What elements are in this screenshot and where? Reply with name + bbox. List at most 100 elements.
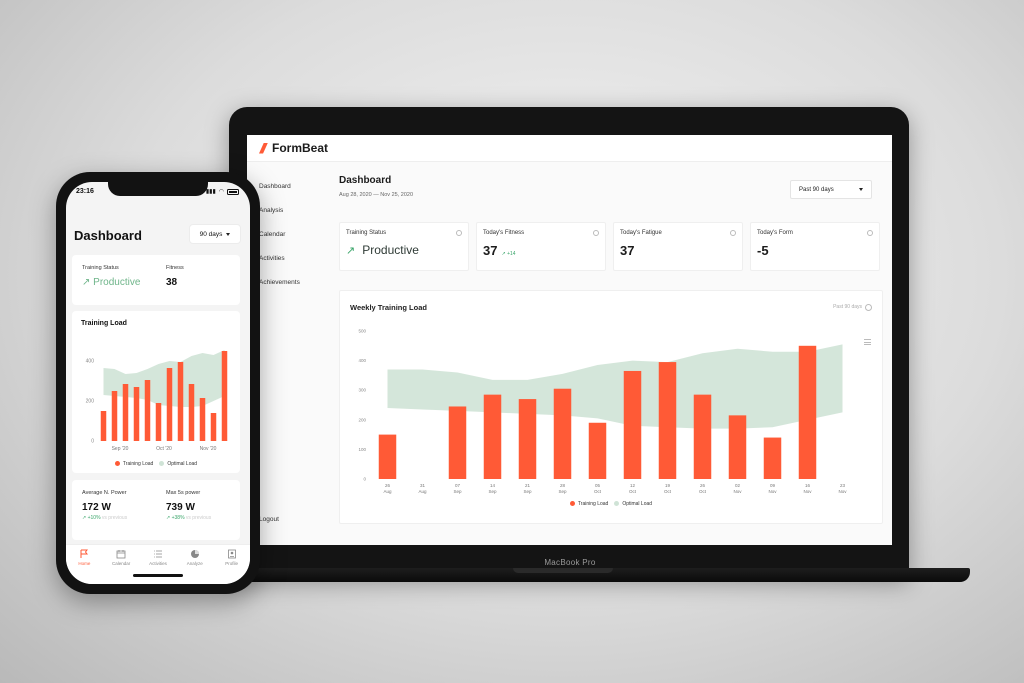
phone-status-card[interactable]: Training Status ↗ Productive Fitness 38 [72,255,240,305]
tab-activities[interactable]: Activities [143,549,173,584]
y-tick-label: 400 [358,358,366,363]
x-tick-label: 28 [560,483,566,488]
wifi-icon: ◠ [218,189,224,195]
x-tick-label: Sep [523,489,532,494]
training-load-bar [221,351,228,441]
phone-period-select[interactable]: 90 days [190,225,240,243]
sidebar-item-activities[interactable]: Activities [259,255,329,279]
stat-cards: Training Status ↗ Productive Today's Fit… [339,222,880,271]
tab-calendar[interactable]: Calendar [106,549,136,584]
x-tick-label: Oct [664,489,672,494]
phone-training-load-chart: 0 200 400 Sep '20 Oct '20 Nov '20 [86,350,228,452]
max-power-value: 739 W [166,502,195,513]
phone-training-load-card: Training Load 0 200 400 Sep '20 Oct '20 Nov '… [72,311,240,473]
x-tick-label: Sep [488,489,497,494]
period-select-label: Past 90 days [799,186,834,193]
card-delta: ↗ +14 [501,251,515,257]
training-load-bar [553,388,572,479]
x-tick-label: Oct [699,489,707,494]
legend-label: Optimal Load [167,461,198,467]
status-icons: ▮▮▮ ◠ [206,188,239,195]
formbeat-logo-icon [259,142,268,154]
training-load-bar [728,415,747,479]
card-value: -5 [757,243,769,258]
training-load-bar [378,434,397,479]
legend-training-load[interactable]: Training Load [114,461,153,467]
form-card[interactable]: Today's Form -5 [750,222,880,271]
x-tick-label: 14 [490,483,496,488]
phone-power-card[interactable]: Average N. Power 172 W ↗ +10% vs previou… [72,480,240,540]
training-load-dot-icon [569,501,575,507]
legend-optimal-load[interactable]: Optimal Load [614,501,652,507]
legend-label: Optimal Load [622,501,653,507]
brand-name[interactable]: FormBeat [272,141,328,155]
weekly-training-load-card: Weekly Training Load Past 90 days 0 100 20… [339,290,883,524]
logout-link[interactable]: Logout [259,516,279,523]
arrow-up-right-icon: ↗ [82,277,94,288]
phone-screen: 23:16 ▮▮▮ ◠ Dashboard 90 days Training S… [66,182,250,584]
x-tick-label: 12 [630,483,636,488]
x-tick-label: Nov [768,489,777,494]
x-tick-label: Oct '20 [156,446,172,452]
legend-optimal-load[interactable]: Optimal Load [159,461,197,467]
training-load-bar [188,384,195,441]
delta-value: +14 [507,251,516,257]
training-load-bar [798,345,817,479]
max-power-delta: +38% [171,515,185,521]
x-tick-label: 07 [455,483,461,488]
fitness-card[interactable]: Today's Fitness 37 ↗ +14 [476,222,606,271]
info-icon[interactable] [593,230,599,236]
info-icon[interactable] [730,230,736,236]
period-select[interactable]: Past 90 days [790,180,872,199]
sidebar-item-calendar[interactable]: Calendar [259,231,329,255]
top-bar: FormBeat [247,135,892,162]
info-icon[interactable] [456,230,462,236]
fatigue-card[interactable]: Today's Fatigue 37 [613,222,743,271]
tab-analyze[interactable]: Analyze [180,549,210,584]
list-icon [153,550,162,558]
main-content: Dashboard Aug 28, 2020 — Nov 25, 2020 Pa… [339,175,884,271]
avg-power-delta: +10% [87,515,101,521]
training-load-bar [133,387,140,441]
tab-home[interactable]: Home [69,549,99,584]
sidebar: Dashboard Analysis Calendar Activities A… [259,183,329,303]
x-tick-label: Aug [418,489,427,494]
training-status-card[interactable]: Training Status ↗ Productive [339,222,469,271]
sidebar-item-dashboard[interactable]: Dashboard [259,183,329,207]
optimal-load-dot-icon [159,461,165,467]
x-tick-label: Sep '20 [112,446,129,452]
y-tick-label: 0 [363,477,366,482]
info-icon[interactable] [867,230,873,236]
tab-label: Calendar [112,561,131,566]
fitness-label: Fitness [166,265,184,271]
x-tick-label: Oct [629,489,637,494]
phone-notch [108,180,208,196]
training-load-bar [111,391,118,441]
x-tick-label: 09 [770,483,776,488]
training-load-dot-icon [114,461,120,467]
training-load-bar [199,398,206,441]
x-tick-label: 23 [840,483,846,488]
phone-page-title: Dashboard [74,228,142,243]
sidebar-item-achievements[interactable]: Achievements [259,279,329,303]
training-load-bar [483,394,502,479]
x-tick-label: Nov [803,489,812,494]
home-indicator [133,574,183,577]
laptop-notch [513,568,613,573]
card-label: Today's Fitness [483,230,525,236]
x-tick-label: Sep [453,489,462,494]
x-tick-label: 05 [595,483,601,488]
legend-training-load[interactable]: Training Load [569,501,608,507]
x-tick-label: 19 [665,483,671,488]
laptop-model-label: MacBook Pro [544,558,596,567]
chevron-down-icon [226,232,231,236]
tab-label: Profile [225,561,238,566]
tab-profile[interactable]: Profile [217,549,247,584]
battery-icon [227,188,239,195]
training-load-bar [448,406,467,479]
sidebar-item-analysis[interactable]: Analysis [259,207,329,231]
card-label: Training Status [346,230,387,236]
fitness-value: 38 [166,277,178,288]
status-label: Training Status [82,265,119,271]
card-label: Today's Form [757,230,793,236]
